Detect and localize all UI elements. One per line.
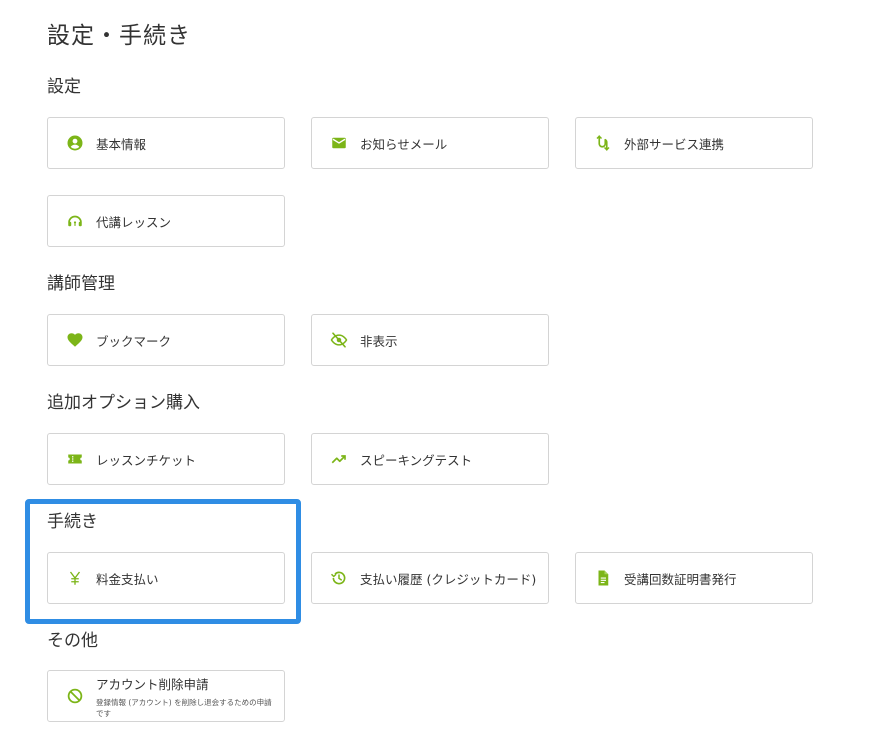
lesson-ticket-label: レッスンチケット: [96, 452, 197, 468]
notification-mail-label: お知らせメール: [360, 136, 448, 152]
ticket-icon: [66, 450, 84, 468]
yen-icon: [66, 569, 84, 587]
block-icon: [66, 687, 84, 705]
basic-info-button[interactable]: 基本情報: [47, 117, 285, 169]
attendance-certificate-label: 受講回数証明書発行: [624, 571, 737, 587]
section-title-procedures: 手続き: [47, 512, 98, 532]
payment-history-button[interactable]: 支払い履歴 (クレジットカード): [311, 552, 549, 604]
hidden-button[interactable]: 非表示: [311, 314, 549, 366]
basic-info-label: 基本情報: [96, 136, 147, 152]
substitute-lesson-label: 代講レッスン: [96, 214, 172, 230]
attendance-certificate-button[interactable]: 受講回数証明書発行: [575, 552, 813, 604]
speaking-test-label: スピーキングテスト: [360, 452, 473, 468]
account-deletion-label: アカウント削除申請: [96, 676, 209, 692]
fee-payment-label: 料金支払い: [96, 571, 159, 587]
account-deletion-description: 登録情報 (アカウント) を削除し退会するための申請です: [96, 697, 272, 718]
account-deletion-button[interactable]: アカウント削除申請 登録情報 (アカウント) を削除し退会するための申請です: [47, 670, 285, 722]
page-title: 設定・手続き: [47, 23, 191, 49]
document-icon: [594, 569, 612, 587]
section-title-settings: 設定: [47, 77, 81, 97]
speaking-test-button[interactable]: スピーキングテスト: [311, 433, 549, 485]
section-title-tutor: 講師管理: [47, 274, 115, 294]
payment-history-label: 支払い履歴 (クレジットカード): [360, 571, 537, 587]
headset-icon: [66, 212, 84, 230]
external-services-label: 外部サービス連携: [624, 136, 725, 152]
external-services-button[interactable]: 外部サービス連携: [575, 117, 813, 169]
section-title-other: その他: [47, 631, 98, 651]
account-deletion-text: アカウント削除申請 登録情報 (アカウント) を削除し退会するための申請です: [96, 674, 272, 719]
trending-up-icon: [330, 450, 348, 468]
section-title-options: 追加オプション購入: [47, 393, 200, 413]
lesson-ticket-button[interactable]: レッスンチケット: [47, 433, 285, 485]
account-circle-icon: [66, 134, 84, 152]
hidden-label: 非表示: [360, 333, 398, 349]
connection-icon: [594, 134, 612, 152]
mail-icon: [330, 134, 348, 152]
notification-mail-button[interactable]: お知らせメール: [311, 117, 549, 169]
heart-icon: [66, 331, 84, 349]
substitute-lesson-button[interactable]: 代講レッスン: [47, 195, 285, 247]
bookmark-button[interactable]: ブックマーク: [47, 314, 285, 366]
eye-off-icon: [330, 331, 348, 349]
fee-payment-button[interactable]: 料金支払い: [47, 552, 285, 604]
bookmark-label: ブックマーク: [96, 333, 172, 349]
history-icon: [330, 569, 348, 587]
